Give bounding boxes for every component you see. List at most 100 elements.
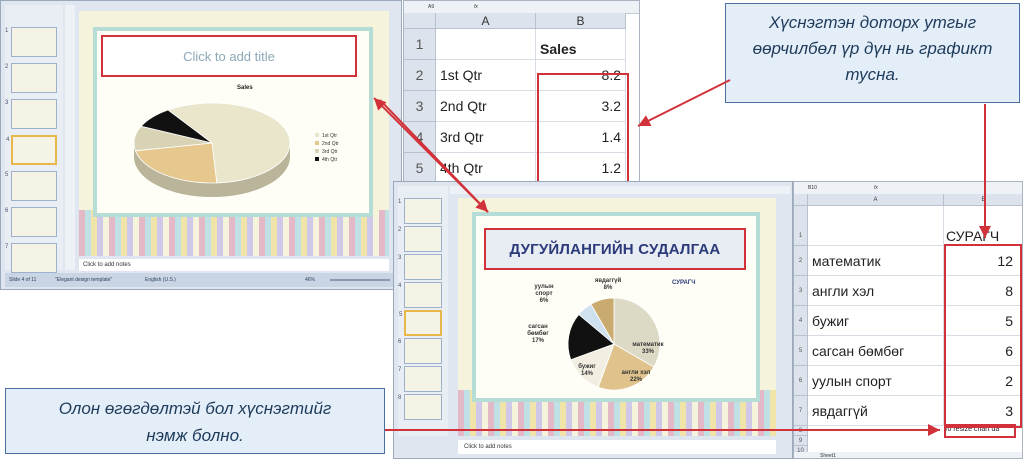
cell-a4[interactable]: бужиг xyxy=(808,306,944,336)
label-yavdaggui: явдаггүй 8% xyxy=(594,278,622,291)
row-header[interactable]: 3 xyxy=(794,276,808,306)
cell-a3[interactable]: англи хэл xyxy=(808,276,944,306)
sheet-tab[interactable]: Sheet1 xyxy=(820,453,836,458)
powerpoint-window-1: 1 2 3 4 5 6 7 Click to add title Sales 1… xyxy=(0,0,402,290)
callout-top-right: Хүснэгтэн доторх утгыг өөрчилбөл үр дүн … xyxy=(725,3,1020,103)
cell-b1[interactable]: Sales xyxy=(536,29,626,60)
sheet-tab-bar[interactable]: Sheet1 xyxy=(794,452,1022,458)
cell-b1[interactable]: СУРАГЧ xyxy=(944,206,1022,246)
slide-thumbnail-pane[interactable]: 1 2 3 4 5 6 7 8 xyxy=(398,186,448,436)
sales-pie-chart[interactable]: Sales 1st Qtr 2nd Qtr 3rd Qtr 4th Qtr xyxy=(117,81,367,199)
cell-a5[interactable]: 4th Qtr xyxy=(436,153,536,184)
row-header[interactable]: 1 xyxy=(404,29,436,60)
legend-swatch-1 xyxy=(315,141,319,145)
slide-canvas[interactable]: ДУГУЙЛАНГИЙН СУДАЛГАА СУРАГЧ явдаггүй 8% … xyxy=(458,198,776,436)
slide-thumbnail[interactable]: 2 xyxy=(398,226,442,252)
data-highlight-box xyxy=(944,244,1022,428)
status-bar: Slide 4 of 11 "Elegant design template" … xyxy=(5,273,399,287)
legend-label-1: 2nd Qtr xyxy=(322,141,339,147)
slide-thumbnail[interactable]: 4 xyxy=(398,282,442,308)
slide-thumbnail[interactable]: 1 xyxy=(398,198,442,224)
slide-thumbnail[interactable]: 2 xyxy=(5,63,57,93)
cell-a7[interactable]: явдаггүй xyxy=(808,396,944,426)
name-box[interactable]: B10 xyxy=(808,185,817,191)
slide-thumbnail-selected[interactable]: 4 xyxy=(6,135,57,165)
callout-bottom-left: Олон өгөгдөлтэй бол хүснэгтийг нэмж болн… xyxy=(5,388,385,454)
legend-swatch-3 xyxy=(315,157,319,161)
row-header[interactable]: 1 xyxy=(794,206,808,246)
zoom-slider[interactable] xyxy=(330,279,390,281)
row-header[interactable]: 4 xyxy=(794,306,808,336)
name-box[interactable]: A9 xyxy=(428,4,434,10)
slide-thumbnail[interactable]: 6 xyxy=(398,338,442,364)
column-header-b[interactable]: B xyxy=(944,194,1022,206)
label-uulyn-sport: уулын спорт 6% xyxy=(534,284,554,304)
label-sagsan-bombog: сагсан бөмбөг 17% xyxy=(527,324,549,344)
slide-thumbnail[interactable]: 3 xyxy=(398,254,442,280)
column-header-b[interactable]: B xyxy=(536,13,626,29)
row-header[interactable]: 9 xyxy=(794,436,808,446)
label-angli-hel: англи хэл 22% xyxy=(621,370,651,383)
slide-canvas[interactable]: Click to add title Sales 1st Qtr 2nd Qtr 3… xyxy=(79,11,389,256)
arrow-callout-to-excel1 xyxy=(637,79,731,127)
slide-content-frame: ДУГУЙЛАНГИЙН СУДАЛГАА СУРАГЧ явдаггүй 8% … xyxy=(472,212,760,402)
chart-title: СУРАГЧ xyxy=(672,280,696,286)
row-header[interactable]: 2 xyxy=(404,60,436,91)
data-highlight-box xyxy=(537,73,629,184)
cell-a1[interactable] xyxy=(436,29,536,60)
slide-title: ДУГУЙЛАНГИЙН СУДАЛГАА xyxy=(509,240,721,258)
cell-a1[interactable] xyxy=(808,206,944,246)
fx-icon: fx xyxy=(874,185,878,191)
chart-title: Sales xyxy=(237,85,253,91)
slide-thumbnail-pane[interactable]: 1 2 3 4 5 6 7 xyxy=(5,5,63,273)
row-header[interactable]: 7 xyxy=(794,396,808,426)
row-header[interactable]: 5 xyxy=(404,153,436,184)
slide-title-box[interactable]: ДУГУЙЛАНГИЙН СУДАЛГАА xyxy=(484,228,746,270)
column-header-a[interactable]: A xyxy=(436,13,536,29)
corner-select-all[interactable] xyxy=(794,194,808,206)
cell-a2[interactable]: математик xyxy=(808,246,944,276)
pie-slices xyxy=(133,102,291,197)
title-placeholder[interactable]: Click to add title xyxy=(101,35,357,77)
powerpoint-window-2: 1 2 3 4 5 6 7 8 ДУГУЙЛАНГИЙН СУДАЛГАА СУ… xyxy=(393,181,793,459)
row-header[interactable]: 6 xyxy=(794,366,808,396)
row-header[interactable]: 3 xyxy=(404,91,436,122)
cell-a5[interactable]: сагсан бөмбөг xyxy=(808,336,944,366)
legend-swatch-0 xyxy=(315,133,319,137)
slide-thumbnail[interactable]: 1 xyxy=(5,27,57,57)
label-matematik: математик 33% xyxy=(632,342,664,355)
excel-window-1: A9 fx A B 1 Sales 2 1st Qtr 8.2 3 2nd Qt… xyxy=(403,0,640,185)
row-header[interactable]: 4 xyxy=(404,122,436,153)
label-buzhig: бужиг 14% xyxy=(578,364,596,377)
cell-a4[interactable]: 3rd Qtr xyxy=(436,122,536,153)
excel-window-2: B10 fx A B 1 СУРАГЧ 2 математик 12 3 анг… xyxy=(793,181,1023,459)
legend-label-3: 4th Qtr xyxy=(322,157,338,163)
slide-thumbnail-selected[interactable]: 5 xyxy=(399,310,442,336)
notes-pane[interactable]: Click to add notes xyxy=(458,440,776,454)
legend-swatch-2 xyxy=(315,149,319,153)
slide-thumbnail[interactable]: 3 xyxy=(5,99,57,129)
column-header-a[interactable]: A xyxy=(808,194,944,206)
corner-select-all[interactable] xyxy=(404,13,436,29)
slide-thumbnail[interactable]: 6 xyxy=(5,207,57,237)
row-header[interactable]: 5 xyxy=(794,336,808,366)
vertical-ruler xyxy=(65,5,75,270)
notes-pane[interactable]: Click to add notes xyxy=(79,259,389,271)
cell-a3[interactable]: 2nd Qtr xyxy=(436,91,536,122)
slide-content-frame: Click to add title Sales 1st Qtr 2nd Qtr 3… xyxy=(93,27,373,217)
language: English (U.S.) xyxy=(145,277,176,283)
row-header[interactable]: 8 xyxy=(794,426,808,436)
zoom-level[interactable]: 46% xyxy=(305,277,315,283)
slide-thumbnail[interactable]: 8 xyxy=(398,394,442,420)
cell-a2[interactable]: 1st Qtr xyxy=(436,60,536,91)
theme-name: "Elegant design template" xyxy=(55,277,113,283)
legend-label-0: 1st Qtr xyxy=(322,133,337,139)
cell-a6[interactable]: уулын спорт xyxy=(808,366,944,396)
slide-thumbnail[interactable]: 5 xyxy=(5,171,57,201)
slide-thumbnail[interactable]: 7 xyxy=(398,366,442,392)
slide-thumbnail[interactable]: 7 xyxy=(5,243,57,273)
slide-count: Slide 4 of 11 xyxy=(9,277,37,283)
row-header[interactable]: 2 xyxy=(794,246,808,276)
legend-label-2: 3rd Qtr xyxy=(322,149,338,155)
chart-legend: 1st Qtr 2nd Qtr 3rd Qtr 4th Qtr xyxy=(315,133,339,163)
